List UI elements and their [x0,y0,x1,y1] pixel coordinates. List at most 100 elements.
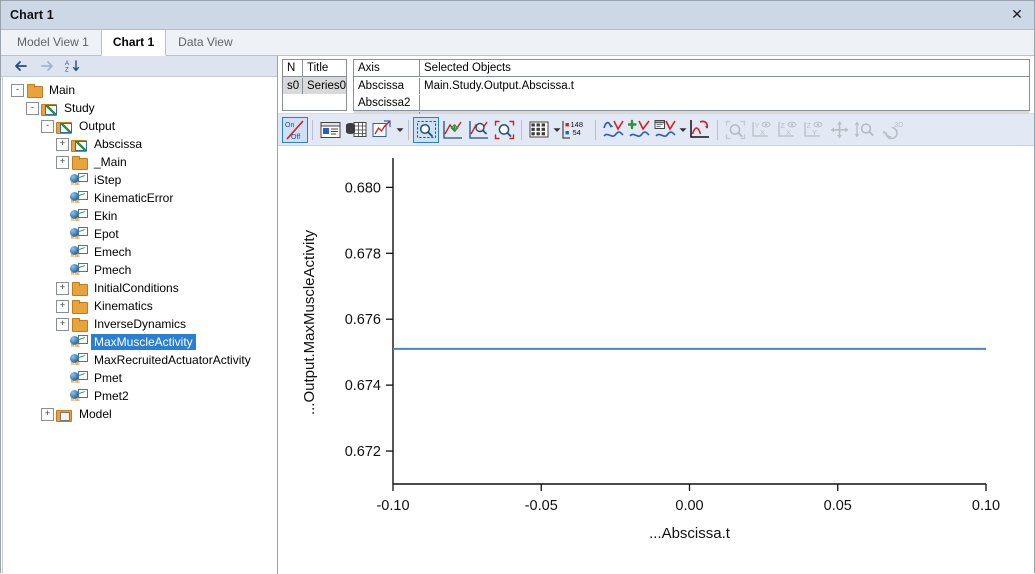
export-chart-button[interactable] [369,117,395,143]
series-table[interactable]: N Title s0 Series0 [282,59,347,111]
tree-item-label: Model [79,407,112,421]
column-header[interactable]: Title [303,60,346,76]
y-tick-label: 0.676 [345,312,381,328]
zoom-axis-button[interactable] [465,117,491,143]
curve-smooth-button[interactable] [600,117,626,143]
tree-item-maxmuscleactivity[interactable]: float MaxMuscleActivity [3,333,276,351]
tree-item-label: Main [49,83,76,97]
table-cell: Abscissa [354,77,420,94]
zoom-reset-icon [494,120,515,140]
main-split: A Z - Main - Study - Output + Abscissa + _Main flo… [1,56,1034,574]
zoom-axis-icon [468,120,489,140]
svg-text:X: X [786,128,791,137]
model-tree[interactable]: - Main - Study - Output + Abscissa + _Main float iS… [2,77,276,573]
x-tick-label: 0.05 [824,498,852,514]
collapse-icon[interactable]: - [41,119,54,133]
tree-item-abscissa[interactable]: + Abscissa [3,135,276,153]
tree-item-label: Kinematics [94,299,153,313]
point-count-button[interactable]: 148 54 [561,117,591,143]
tree-item-pmet[interactable]: float Pmet [3,369,276,387]
folder-icon [71,155,88,170]
tree-item-main[interactable]: - Main [3,81,276,99]
expand-icon[interactable]: + [56,137,69,151]
legend-button[interactable] [317,117,343,143]
table-cell: s0 [283,77,303,94]
x-tick-label: 0.00 [675,498,703,514]
float-variable-icon: float [69,352,88,368]
onoff-toggle-button[interactable]: On Off [282,116,308,143]
tree-item-model[interactable]: + Model [3,405,276,423]
column-header[interactable]: N [283,60,303,76]
tree-item-label: Pmet [94,371,123,385]
curve-properties-button[interactable] [652,117,678,143]
tree-item-kinematics[interactable]: + Kinematics [3,297,276,315]
collapse-icon[interactable]: - [26,101,39,115]
zoom-window-icon [725,120,746,140]
collapse-icon[interactable]: - [11,83,24,97]
view-tabs: Model View 1 Chart 1 Data View [1,29,1034,56]
zoom-3d-icon [854,120,876,140]
expand-icon[interactable]: + [56,155,69,169]
close-icon[interactable]: ✕ [1000,1,1034,28]
axis-table[interactable]: Axis Selected Objects Abscissa Main.Study.O… [353,59,1030,128]
expand-icon[interactable]: + [56,317,69,331]
table-row[interactable]: s0 Series0 [283,77,346,94]
column-header[interactable]: Selected Objects [420,60,1029,76]
view-yx-icon: Y X [750,120,772,140]
tree-item-maxrecruitedactuatoractivity[interactable]: float MaxRecruitedActuatorActivity [3,351,276,369]
table-row[interactable]: Abscissa Main.Study.Output.Abscissa.t [354,77,1029,94]
chevron-down-icon[interactable] [552,119,561,141]
table-row[interactable]: Abscissa2 [354,94,1029,111]
tree-item-output[interactable]: - Output [3,117,276,135]
window-title: Chart 1 [10,8,54,22]
tab-data-view[interactable]: Data View [166,29,244,55]
tree-item-main[interactable]: + _Main [3,153,276,171]
legend-icon [320,121,341,139]
tree-item-initialconditions[interactable]: + InitialConditions [3,279,276,297]
grid-button[interactable] [526,117,552,143]
back-arrow-icon[interactable] [13,59,28,74]
tree-item-epot[interactable]: float Epot [3,225,276,243]
tree-item-kinematicerror[interactable]: float KinematicError [3,189,276,207]
tab-chart-1[interactable]: Chart 1 [100,29,167,56]
tree-item-inversedynamics[interactable]: + InverseDynamics [3,315,276,333]
rubberband-zoom-button[interactable] [413,116,439,143]
window-titlebar: Chart 1 ✕ [1,1,1034,30]
chevron-down-icon[interactable] [395,119,404,141]
data-table-button[interactable] [343,117,369,143]
tab-model-view-1[interactable]: Model View 1 [5,29,101,55]
expand-icon[interactable]: + [41,407,54,421]
tree-item-pmet2[interactable]: float Pmet2 [3,387,276,405]
pan-chart-button[interactable] [439,117,465,143]
plot-area[interactable]: 0.672 0.674 0.676 0.678 0.680 -0.10 -0.05 0.00 0… [278,146,1034,574]
column-header[interactable]: Axis [354,60,420,76]
expand-icon[interactable]: + [56,299,69,313]
folder-icon [71,281,88,296]
tree-item-istep[interactable]: float iStep [3,171,276,189]
curve-add-button[interactable] [626,117,652,143]
tree-item-label: Output [79,119,116,133]
folder-icon [71,317,88,332]
tree-item-study[interactable]: - Study [3,99,276,117]
forward-arrow-icon[interactable] [39,59,54,74]
zoom-reset-button[interactable] [491,117,517,143]
float-variable-icon: float [69,334,88,350]
pan-3d-button [826,117,852,143]
pan-3d-icon [829,120,850,140]
svg-text:On: On [285,122,294,129]
tree-item-pmech[interactable]: float Pmech [3,261,276,279]
chevron-down-icon[interactable] [678,119,687,141]
sort-az-icon[interactable]: A Z [65,59,80,74]
chart-toolbar: On Off 148 54 Y X Z X Z Y 3D [278,114,1034,146]
expand-icon[interactable]: + [56,281,69,295]
tree-item-emech[interactable]: float Emech [3,243,276,261]
tree-item-ekin[interactable]: float Ekin [3,207,276,225]
pan-chart-icon [442,120,463,140]
curve-redo-button[interactable] [687,117,713,143]
